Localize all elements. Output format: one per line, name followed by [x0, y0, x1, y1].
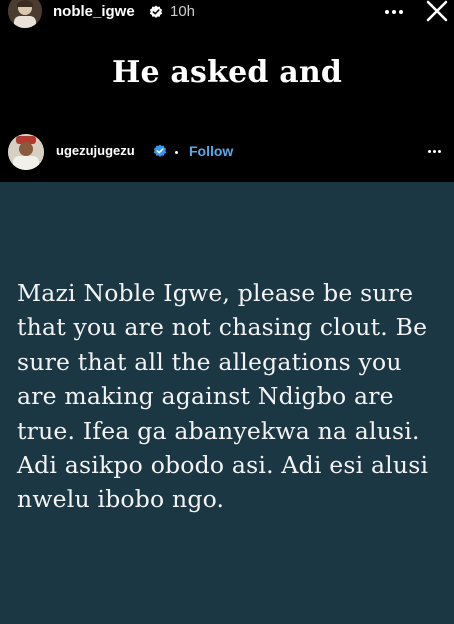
story-header: noble_igwe 10h	[0, 0, 454, 28]
story-avatar[interactable]	[8, 0, 42, 28]
follow-button[interactable]: Follow	[189, 143, 233, 159]
post-avatar[interactable]	[8, 134, 44, 170]
verified-badge-icon	[153, 144, 167, 157]
post-username[interactable]: ugezujugezu	[56, 143, 135, 158]
more-options-icon[interactable]	[422, 141, 446, 161]
separator-dot	[175, 151, 178, 154]
post-header: ugezujugezu Follow	[0, 126, 454, 182]
post-text: Mazi Noble Igwe, please be sure that you…	[17, 279, 429, 514]
story-caption: He asked and	[111, 55, 343, 90]
story-timestamp: 10h	[170, 3, 196, 20]
verified-badge-icon	[149, 5, 163, 18]
story-username[interactable]: noble_igwe	[53, 3, 135, 20]
more-options-icon[interactable]	[380, 0, 408, 24]
post-body: Mazi Noble Igwe, please be sure that you…	[0, 182, 454, 624]
close-icon[interactable]	[424, 0, 450, 24]
